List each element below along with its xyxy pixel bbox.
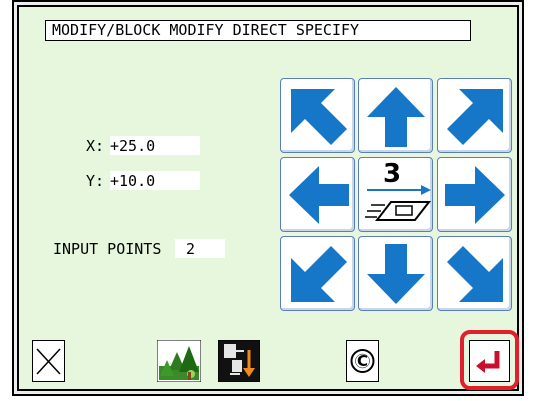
input-points-label: INPUT POINTS <box>53 240 162 258</box>
enter-button[interactable] <box>469 340 510 382</box>
input-points-box <box>175 239 225 258</box>
arrow-left-icon <box>289 166 349 224</box>
speed-feed-icon <box>365 185 432 221</box>
move-down-button[interactable] <box>358 236 433 311</box>
clear-button[interactable]: C <box>346 340 379 382</box>
move-up-left-button[interactable] <box>280 78 355 153</box>
x-label: X: <box>86 137 105 155</box>
speed-button[interactable]: 3 <box>358 157 433 232</box>
move-left-button[interactable] <box>280 157 355 232</box>
arrow-down-right-icon <box>447 246 503 302</box>
x-value: +25.0 <box>110 137 156 155</box>
screen-title-text: MODIFY/BLOCK MODIFY DIRECT SPECIFY <box>52 21 360 39</box>
arrow-right-icon <box>445 166 505 224</box>
arrow-up-left-icon <box>291 89 347 145</box>
move-up-right-button[interactable] <box>437 78 512 153</box>
forest-view-icon <box>156 339 202 383</box>
needle-down-icon <box>217 339 261 383</box>
y-label: Y: <box>86 172 105 190</box>
move-down-right-button[interactable] <box>437 236 512 311</box>
move-down-left-button[interactable] <box>280 236 355 311</box>
tree-view-button[interactable] <box>156 339 202 383</box>
svg-text:C: C <box>357 352 368 370</box>
x-icon <box>36 348 61 375</box>
move-up-button[interactable] <box>358 78 433 153</box>
c-clear-icon: C <box>350 349 375 373</box>
arrow-up-right-icon <box>447 89 503 145</box>
arrow-up-icon <box>367 87 425 147</box>
screen-title: MODIFY/BLOCK MODIFY DIRECT SPECIFY <box>45 20 471 41</box>
arrow-down-left-icon <box>291 246 347 302</box>
move-right-button[interactable] <box>437 157 512 232</box>
needle-down-button[interactable] <box>217 339 261 383</box>
close-button[interactable] <box>32 340 65 382</box>
y-value: +10.0 <box>110 172 156 190</box>
input-points-value: 2 <box>186 240 196 258</box>
arrow-down-icon <box>367 244 425 304</box>
enter-return-icon <box>476 351 500 373</box>
